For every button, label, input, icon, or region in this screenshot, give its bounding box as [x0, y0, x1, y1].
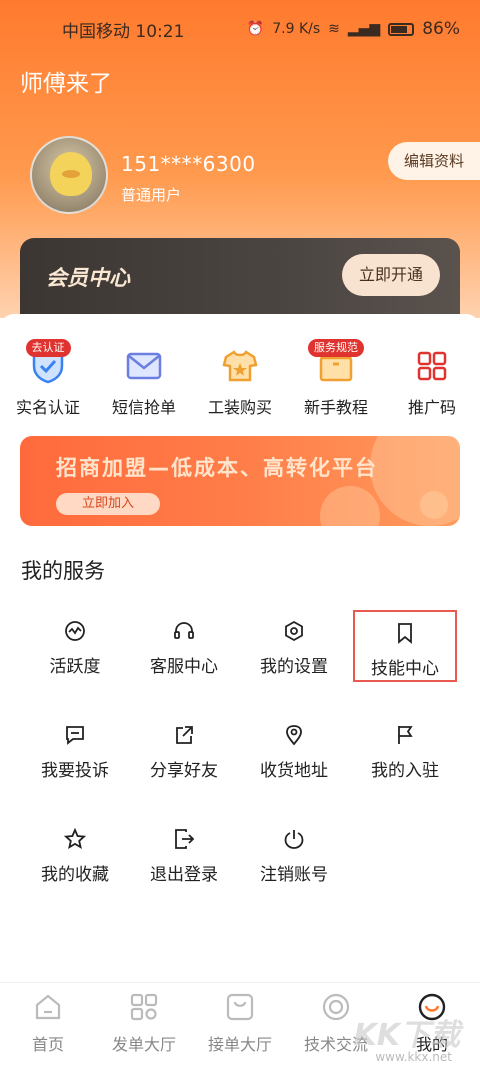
bookmark-icon [392, 620, 418, 646]
user-type: 普通用户 [121, 186, 182, 204]
power-icon [281, 826, 307, 852]
battery-percent: 86% [422, 19, 460, 39]
home-icon [32, 991, 64, 1023]
headset-icon [171, 618, 197, 644]
service-address[interactable]: 收货地址 [242, 714, 346, 786]
status-bar: 中国移动 10:21 ⏰ 7.9 K/s ≋ ▂▄▆ 86% [0, 0, 480, 58]
service-label: 我的设置 [260, 657, 328, 677]
grid-icon [128, 991, 160, 1023]
services-title: 我的服务 [21, 559, 105, 583]
quick-item-qrcode[interactable]: 推广码 [384, 334, 480, 420]
service-skills[interactable]: 技能中心 [353, 610, 457, 682]
service-share[interactable]: 分享好友 [132, 714, 236, 786]
logout-icon [171, 826, 197, 852]
service-settings[interactable]: 我的设置 [242, 610, 346, 682]
vip-title: 会员中心 [46, 266, 130, 290]
carrier-time: 中国移动 10:21 [62, 21, 185, 42]
star-icon [62, 826, 88, 852]
service-label: 我的入驻 [371, 761, 439, 781]
service-label: 客服中心 [150, 657, 218, 677]
battery-icon [388, 22, 415, 36]
quick-label: 实名认证 [15, 398, 80, 417]
badge-verify: 去认证 [25, 339, 71, 357]
quick-item-tutorial[interactable]: 服务规范 新手教程 [288, 334, 384, 420]
quick-item-sms[interactable]: 短信抢单 [96, 334, 192, 420]
app-title: 师傅来了 [20, 71, 112, 97]
service-label: 我要投诉 [41, 761, 109, 781]
quick-label: 推广码 [407, 398, 456, 417]
edit-profile-button[interactable]: 编辑资料 [388, 142, 480, 180]
service-delete-account[interactable]: 注销账号 [242, 818, 346, 890]
service-label: 我的收藏 [41, 865, 109, 885]
service-support[interactable]: 客服中心 [132, 610, 236, 682]
tab-post-orders[interactable]: 发单大厅 [96, 983, 192, 1066]
bag-icon [224, 991, 256, 1023]
qr-code-icon [412, 346, 452, 386]
status-icons: ⏰ 7.9 K/s ≋ ▂▄▆ 86% [247, 19, 460, 39]
envelope-icon [124, 346, 164, 386]
alarm-icon: ⏰ [246, 21, 265, 37]
watermark-url: www.kkx.net [375, 1050, 452, 1064]
service-onboarding[interactable]: 我的入驻 [353, 714, 457, 786]
settings-hex-icon [281, 618, 307, 644]
network-speed: 7.9 K/s [272, 21, 321, 37]
service-logout[interactable]: 退出登录 [132, 818, 236, 890]
vip-open-button[interactable]: 立即开通 [342, 254, 440, 296]
quick-actions: 去认证 实名认证 短信抢单 工装购买 服务规范 新手教程 推广码 [0, 334, 480, 420]
service-activity[interactable]: 活跃度 [23, 610, 127, 682]
tab-home[interactable]: 首页 [0, 983, 96, 1066]
watermark-logo: KK下载 [353, 1018, 461, 1053]
tab-label: 接单大厅 [207, 1035, 272, 1054]
badge-tutorial: 服务规范 [308, 339, 364, 357]
banner-text: 招商加盟—低成本、高转化平台 [56, 456, 378, 480]
tab-label: 发单大厅 [111, 1035, 176, 1054]
service-label: 退出登录 [150, 865, 218, 885]
service-label: 分享好友 [150, 761, 218, 781]
quick-item-verify[interactable]: 去认证 实名认证 [0, 334, 96, 420]
wifi-icon: ≋ [328, 21, 340, 37]
user-phone: 151****6300 [121, 152, 256, 176]
vip-card[interactable]: 会员中心 立即开通 [20, 238, 460, 318]
share-icon [171, 722, 197, 748]
banner-join-button[interactable]: 立即加入 [56, 493, 160, 515]
location-icon [281, 722, 307, 748]
quick-item-workwear[interactable]: 工装购买 [192, 334, 288, 420]
quick-label: 新手教程 [303, 398, 368, 417]
tab-take-orders[interactable]: 接单大厅 [192, 983, 288, 1066]
service-label: 注销账号 [260, 865, 328, 885]
activity-icon [62, 618, 88, 644]
flag-icon [392, 722, 418, 748]
target-icon [320, 991, 352, 1023]
service-label: 收货地址 [260, 761, 328, 781]
service-label: 活跃度 [49, 657, 101, 677]
service-favorites[interactable]: 我的收藏 [23, 818, 127, 890]
message-icon [62, 722, 88, 748]
avatar[interactable] [30, 136, 108, 214]
signal-icon: ▂▄▆ [347, 21, 381, 37]
service-complaint[interactable]: 我要投诉 [23, 714, 127, 786]
tab-label: 首页 [31, 1035, 64, 1054]
quick-label: 工装购买 [207, 398, 272, 417]
shirt-icon [220, 346, 260, 386]
service-label: 技能中心 [371, 659, 439, 679]
franchise-banner[interactable]: 招商加盟—低成本、高转化平台 立即加入 [20, 436, 460, 526]
quick-label: 短信抢单 [111, 398, 176, 417]
